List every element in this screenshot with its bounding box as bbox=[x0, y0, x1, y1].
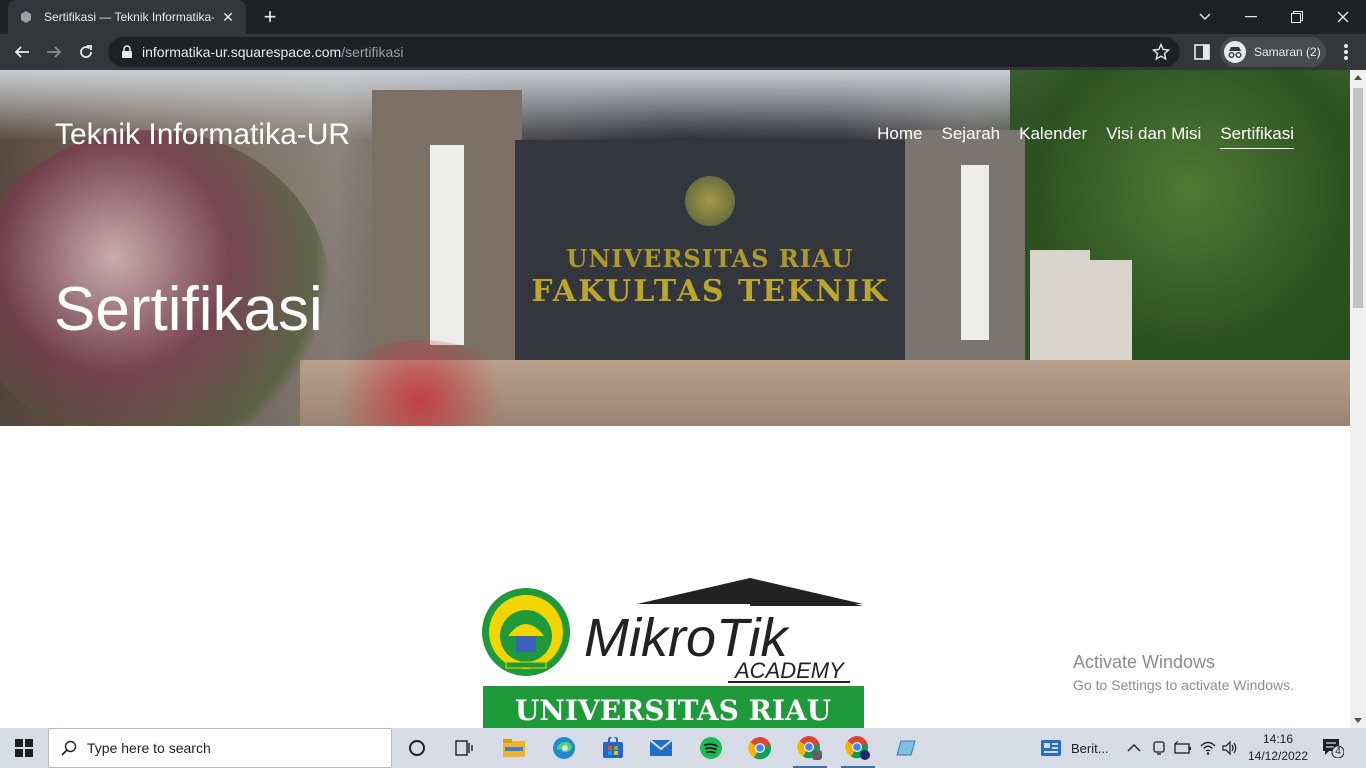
browser-tab-strip: Sertifikasi — Teknik Informatika-UR ✕ + bbox=[0, 0, 1366, 34]
profile-label: Samaran (2) bbox=[1254, 45, 1321, 59]
cortana-button[interactable] bbox=[394, 728, 440, 768]
forward-arrow-icon bbox=[47, 46, 62, 58]
notepad-app-button[interactable] bbox=[883, 728, 929, 768]
wifi-icon[interactable] bbox=[1200, 728, 1216, 768]
search-icon bbox=[61, 740, 77, 756]
nav-visi-dan-misi[interactable]: Visi dan Misi bbox=[1106, 124, 1201, 149]
show-hidden-icons-chevron-icon[interactable] bbox=[1127, 728, 1141, 768]
scrollbar-thumb[interactable] bbox=[1353, 88, 1363, 308]
chrome-profile-button[interactable] bbox=[787, 728, 833, 768]
reload-icon bbox=[80, 45, 92, 58]
spotify-button[interactable] bbox=[688, 728, 734, 768]
mikrotik-academy-logo: MikroTik ACADEMY UNIVERSITAS RIAU bbox=[482, 578, 864, 728]
restore-button[interactable] bbox=[1274, 0, 1320, 34]
reload-button[interactable] bbox=[74, 40, 98, 64]
store-icon bbox=[603, 737, 623, 758]
tab-title: Sertifikasi — Teknik Informatika-UR bbox=[44, 10, 214, 24]
tab-search-chevron-icon[interactable] bbox=[1182, 0, 1228, 34]
hero-banner: UNIVERSITAS RIAU FAKULTAS TEKNIK Teknik … bbox=[0, 70, 1350, 426]
url-host: informatika-ur.squarespace.com bbox=[142, 44, 342, 60]
close-window-button[interactable] bbox=[1320, 0, 1366, 34]
start-button[interactable] bbox=[0, 728, 48, 768]
edge-icon bbox=[553, 737, 575, 759]
news-widget[interactable]: Berit... bbox=[1040, 728, 1109, 768]
activate-windows-title: Activate Windows bbox=[1073, 652, 1216, 672]
page-scrollbar[interactable] bbox=[1350, 70, 1366, 728]
browser-toolbar: informatika-ur.squarespace.com/sertifika… bbox=[0, 34, 1366, 70]
page-viewport: UNIVERSITAS RIAU FAKULTAS TEKNIK Teknik … bbox=[0, 70, 1350, 728]
back-arrow-icon bbox=[14, 46, 29, 58]
news-icon bbox=[1041, 740, 1061, 756]
lock-icon bbox=[122, 45, 132, 58]
nav-home[interactable]: Home bbox=[877, 124, 922, 149]
chrome-incognito-button[interactable] bbox=[835, 728, 881, 768]
nav-sertifikasi[interactable]: Sertifikasi bbox=[1220, 124, 1294, 149]
mail-icon bbox=[649, 739, 673, 756]
hero-sign-board: UNIVERSITAS RIAU FAKULTAS TEKNIK bbox=[515, 140, 905, 370]
tab-close-icon[interactable]: ✕ bbox=[220, 9, 236, 26]
nav-kalender[interactable]: Kalender bbox=[1019, 124, 1087, 149]
volume-icon[interactable] bbox=[1222, 728, 1238, 768]
academy-text: ACADEMY bbox=[733, 658, 845, 683]
url-path: /sertifikasi bbox=[341, 44, 404, 60]
side-panel-icon[interactable] bbox=[1193, 43, 1211, 61]
page-heading: Sertifikasi bbox=[54, 275, 323, 344]
main-navigation: Home Sejarah Kalender Visi dan Misi Sert… bbox=[877, 124, 1294, 149]
notification-count: 4 bbox=[1335, 746, 1341, 757]
incognito-icon bbox=[1224, 41, 1246, 63]
browser-tab[interactable]: Sertifikasi — Teknik Informatika-UR ✕ bbox=[8, 0, 246, 34]
squarespace-favicon-icon bbox=[21, 11, 31, 23]
incognito-profile-button[interactable]: Samaran (2) bbox=[1220, 37, 1326, 67]
cortana-circle-icon bbox=[409, 740, 425, 756]
notepad-app-icon bbox=[896, 740, 916, 756]
windows-logo-icon bbox=[15, 739, 33, 757]
hero-sign-line1: UNIVERSITAS RIAU bbox=[566, 244, 854, 273]
clock-time: 14:16 bbox=[1262, 732, 1294, 746]
microsoft-store-button[interactable] bbox=[590, 728, 636, 768]
universitas-riau-seal-icon bbox=[482, 588, 570, 676]
battery-icon[interactable] bbox=[1174, 728, 1192, 768]
taskbar-search-box[interactable]: Type here to search bbox=[48, 728, 392, 768]
taskbar-clock[interactable]: 14:16 14/12/2022 bbox=[1240, 731, 1316, 765]
chrome-profile-icon bbox=[797, 736, 822, 760]
edge-button[interactable] bbox=[541, 728, 587, 768]
hero-sign-line2: FAKULTAS TEKNIK bbox=[531, 274, 889, 309]
activate-windows-subtitle: Go to Settings to activate Windows. bbox=[1073, 677, 1294, 693]
hero-pillar-right bbox=[905, 130, 1025, 390]
clock-date: 14/12/2022 bbox=[1247, 749, 1309, 763]
file-explorer-button[interactable] bbox=[491, 728, 537, 768]
site-title-link[interactable]: Teknik Informatika-UR bbox=[55, 118, 350, 152]
hero-sign-seal-icon bbox=[685, 176, 735, 226]
news-label: Berit... bbox=[1071, 740, 1109, 756]
action-center-button[interactable]: 4 bbox=[1322, 738, 1345, 759]
task-view-button[interactable] bbox=[441, 728, 487, 768]
chrome-incognito-icon bbox=[845, 736, 870, 760]
mail-button[interactable] bbox=[638, 728, 684, 768]
windows-taskbar: Type here to search Berit... 14:16 14/12… bbox=[0, 728, 1366, 768]
file-explorer-icon bbox=[503, 739, 525, 757]
browser-menu-icon[interactable] bbox=[1336, 42, 1356, 62]
back-button[interactable] bbox=[10, 40, 34, 64]
spotify-icon bbox=[700, 737, 722, 759]
meet-now-icon[interactable] bbox=[1152, 728, 1166, 768]
universitas-riau-text: UNIVERSITAS RIAU bbox=[515, 694, 831, 727]
activate-windows-watermark: Activate Windows Go to Settings to activ… bbox=[1073, 652, 1294, 693]
address-bar[interactable]: informatika-ur.squarespace.com/sertifika… bbox=[108, 37, 1180, 67]
scroll-down-arrow-icon[interactable] bbox=[1354, 718, 1362, 723]
forward-button[interactable] bbox=[42, 40, 66, 64]
scroll-up-arrow-icon[interactable] bbox=[1354, 75, 1362, 80]
nav-sejarah[interactable]: Sejarah bbox=[942, 124, 1001, 149]
bookmark-star-icon[interactable] bbox=[1152, 43, 1170, 61]
search-placeholder: Type here to search bbox=[87, 740, 211, 756]
new-tab-button[interactable]: + bbox=[258, 5, 282, 29]
task-view-icon bbox=[455, 740, 473, 756]
chrome-button[interactable] bbox=[737, 728, 783, 768]
minimize-button[interactable] bbox=[1228, 0, 1274, 34]
chrome-icon bbox=[748, 737, 772, 760]
